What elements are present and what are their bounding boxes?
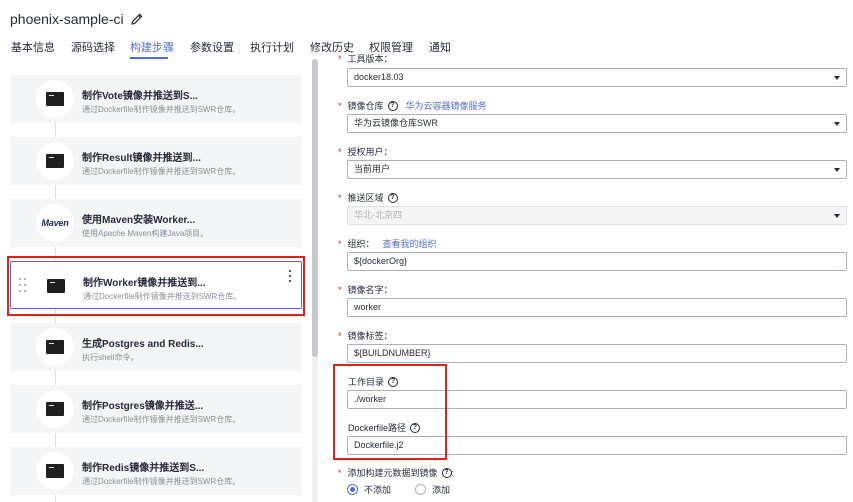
tab-schedule[interactable]: 执行计划: [250, 39, 294, 55]
tab-notifications[interactable]: 通知: [429, 39, 451, 55]
step-title: 生成Postgres and Redis...: [82, 339, 204, 350]
page-title: phoenix-sample-ci: [10, 11, 124, 27]
radio-no-add[interactable]: [347, 484, 358, 495]
step-card[interactable]: 制作Result镜像并推送到... 通过Dockerfile制作镜像并推送到SW…: [10, 137, 302, 185]
image-name-label: * 镜像名字：: [338, 284, 393, 296]
step-card[interactable]: 生成Postgres and Redis... 执行shell命令。: [10, 323, 302, 371]
help-icon[interactable]: ?: [387, 100, 398, 111]
step-card[interactable]: Maven 使用Maven安装Worker... 使用Apache Maven构…: [10, 199, 302, 247]
image-tag-label: * 镜像标签：: [338, 330, 393, 342]
step-card[interactable]: 制作Postgres镜像并推送... 通过Dockerfile制作镜像并推送到S…: [10, 385, 302, 433]
add-metadata-radio-group: 不添加 添加: [347, 483, 474, 496]
auth-user-label: * 授权用户：: [338, 146, 393, 158]
tab-bar: 基本信息 源码选择 构建步骤 参数设置 执行计划 修改历史 权限管理 通知: [0, 36, 853, 56]
highlight-box-workdir-dockerfile: [333, 364, 447, 460]
step-desc: 通过Dockerfile制作镜像并推送到SWR仓库。: [82, 167, 241, 176]
step-desc: 通过Dockerfile制作镜像并推送到SWR仓库。: [82, 477, 241, 486]
terminal-icon: [36, 80, 74, 118]
repo-service-link[interactable]: 华为云容器镜像服务: [406, 99, 487, 112]
tab-source[interactable]: 源码选择: [71, 39, 115, 55]
tab-basic-info[interactable]: 基本信息: [11, 39, 55, 55]
repo-label: * 镜像仓库? 华为云容器镜像服务: [338, 99, 487, 112]
image-tag-input[interactable]: ${BUILDNUMBER}: [347, 344, 847, 363]
terminal-icon: [36, 452, 74, 490]
radio-add[interactable]: [415, 484, 427, 495]
region-label: * 推送区域?: [338, 191, 398, 204]
page-title-row: phoenix-sample-ci: [10, 10, 144, 28]
step-desc: 使用Apache Maven构建Java项目。: [82, 229, 209, 238]
step-title: 制作Redis镜像并推送到S...: [82, 463, 205, 474]
add-metadata-label: * 添加构建元数据到镜像?:: [338, 467, 455, 478]
chevron-down-icon: [834, 122, 840, 126]
step-card[interactable]: 制作Redis镜像并推送到S... 通过Dockerfile制作镜像并推送到SW…: [10, 447, 302, 495]
auth-user-select[interactable]: 当前用户: [347, 160, 847, 179]
radio-add-label: 添加: [432, 485, 451, 495]
tool-version-label: * 工具版本：: [338, 53, 393, 65]
repo-select[interactable]: 华为云镜像仓库SWR: [347, 114, 847, 133]
step-title: 制作Result镜像并推送到...: [82, 153, 201, 164]
help-icon[interactable]: ?: [387, 192, 398, 203]
radio-no-add-label: 不添加: [364, 485, 392, 495]
edit-pencil-icon[interactable]: [130, 12, 144, 26]
help-icon[interactable]: ?: [441, 467, 452, 478]
tool-version-select[interactable]: docker18.03: [347, 68, 847, 87]
chevron-down-icon: [834, 168, 840, 172]
step-title: 制作Vote镜像并推送到S...: [82, 91, 198, 102]
terminal-icon: [36, 390, 74, 428]
step-desc: 执行shell命令。: [82, 353, 139, 362]
step-title: 使用Maven安装Worker...: [82, 215, 196, 226]
step-card[interactable]: 制作Vote镜像并推送到S... 通过Dockerfile制作镜像并推送到SWR…: [10, 75, 302, 123]
maven-logo: Maven: [36, 204, 74, 242]
step-desc: 通过Dockerfile制作镜像并推送到SWR仓库。: [82, 105, 241, 114]
org-label: * 组织： 查看我的组织: [338, 237, 437, 250]
view-org-link[interactable]: 查看我的组织: [383, 237, 437, 250]
tab-build-steps[interactable]: 构建步骤: [130, 39, 174, 55]
org-input[interactable]: ${dockerOrg}: [347, 252, 847, 271]
tab-params[interactable]: 参数设置: [190, 39, 234, 55]
step-desc: 通过Dockerfile制作镜像并推送到SWR仓库。: [82, 415, 241, 424]
image-name-input[interactable]: worker: [347, 298, 847, 317]
region-select: 华北-北京四: [347, 206, 847, 225]
chevron-down-icon: [834, 76, 840, 80]
chevron-down-icon: [834, 214, 840, 218]
step-title: 制作Postgres镜像并推送...: [82, 401, 204, 412]
terminal-icon: [36, 142, 74, 180]
scrollbar-thumb[interactable]: [312, 59, 318, 357]
highlight-box-selected-step: [7, 256, 305, 316]
terminal-icon: [36, 328, 74, 366]
